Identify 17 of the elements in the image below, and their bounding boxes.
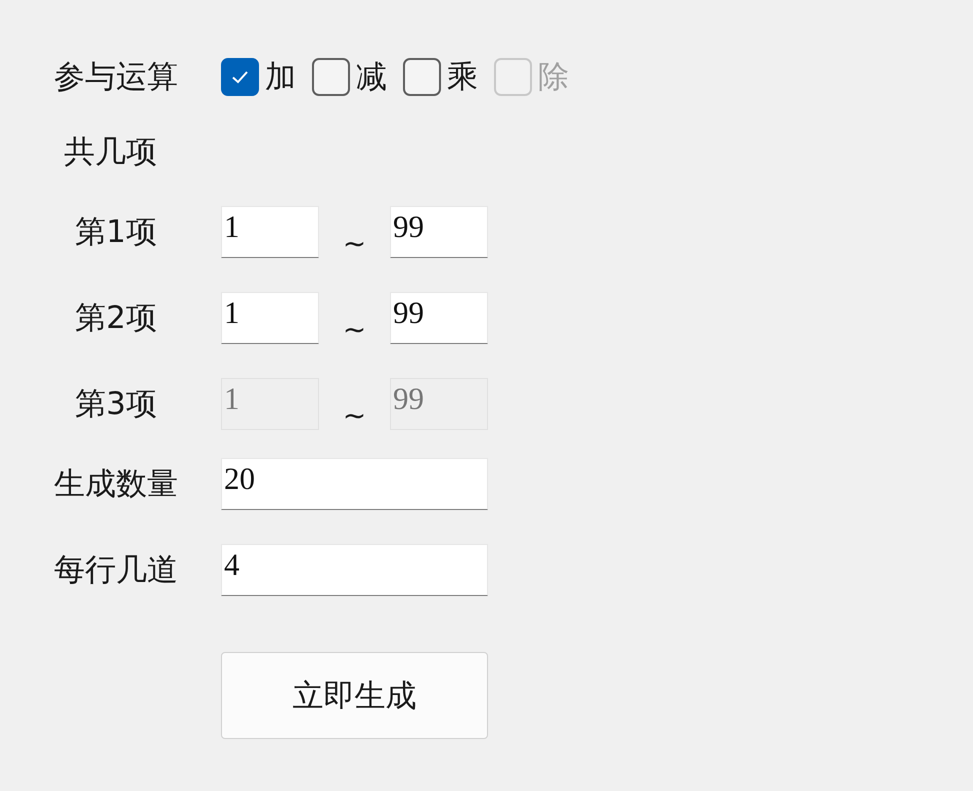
input-field[interactable]: 99 (390, 292, 488, 344)
field-label: 共几项 (64, 133, 157, 172)
input-field[interactable]: 1 (221, 206, 319, 258)
range-separator: ~ (342, 312, 368, 346)
range-separator: ~ (342, 398, 368, 432)
range-separator: ~ (342, 226, 368, 260)
input-field[interactable]: 4 (221, 544, 488, 596)
field-label: 生成数量 (53, 465, 179, 504)
field-label: 第2项 (74, 299, 158, 338)
field-label: 参与运算 (53, 58, 179, 97)
generate-button[interactable]: 立即生成 (221, 652, 488, 739)
field-label: 每行几道 (53, 551, 179, 590)
field-label: 第3项 (74, 385, 158, 424)
input-field[interactable]: 20 (221, 458, 488, 510)
input-field[interactable]: 1 (221, 292, 319, 344)
input-field[interactable]: 99 (390, 206, 488, 258)
field-label: 第1项 (74, 213, 158, 252)
